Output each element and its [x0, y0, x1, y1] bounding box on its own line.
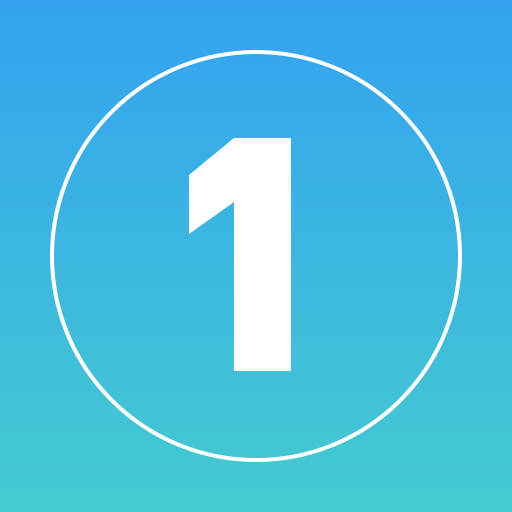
number-one-icon	[189, 138, 291, 371]
app-icon: 1	[0, 0, 512, 512]
